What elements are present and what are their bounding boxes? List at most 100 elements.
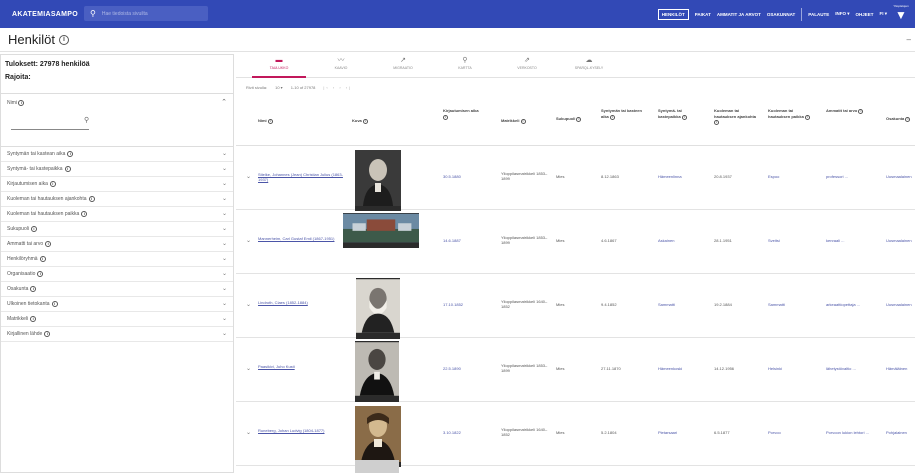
person-name-link[interactable]: Paasikivi, Juho Kusti (258, 364, 344, 369)
facet-item[interactable]: Ulkoinen tietokanta i ⌄ (1, 297, 233, 312)
chevron-down-icon[interactable]: ⌄ (222, 162, 227, 177)
facet-item[interactable]: Kuoleman tai hautauksen paikka i ⌄ (1, 207, 233, 222)
person-portrait[interactable] (355, 341, 399, 402)
facet-item[interactable]: Matrikkeli i ⌄ (1, 312, 233, 327)
chevron-down-icon[interactable]: ⌄ (246, 365, 251, 372)
cell-birthplace[interactable]: Pietarsaari (658, 430, 703, 435)
info-icon[interactable]: i (64, 165, 71, 172)
chevron-down-icon[interactable]: ⌄ (222, 177, 227, 192)
info-icon[interactable]: i (58, 34, 69, 45)
cell-deathplace[interactable]: Sveitsi (768, 238, 813, 243)
nav-palaute[interactable]: PALAUTE (808, 12, 829, 17)
nav-info[interactable]: INFO ▾ (835, 11, 849, 17)
chevron-down-icon[interactable]: ⌄ (222, 297, 227, 312)
chevron-down-icon[interactable]: ⌄ (222, 327, 227, 342)
tab-network[interactable]: ⇗ VERKOSTO (500, 56, 554, 78)
brand-logo[interactable]: AKATEMIASAMPO (12, 11, 78, 18)
chevron-down-icon[interactable]: ⌄ (246, 237, 251, 244)
facet-item[interactable]: Osakunta i ⌄ (1, 282, 233, 297)
facet-item[interactable]: Sukupuoli i ⌄ (1, 222, 233, 237)
table-row[interactable]: ⌄ Paasikivi, Juho Kusti 22.5.1890 Ylioppila… (236, 338, 915, 402)
university-logo[interactable]: Yliopistojen ▼ (893, 4, 909, 24)
cell-occupation[interactable]: Porvoon lukion lehtori ... (826, 430, 881, 435)
cell-birthplace[interactable]: Hämeenlinna (658, 174, 703, 179)
info-icon[interactable]: i (443, 114, 448, 120)
info-icon[interactable]: i (714, 120, 719, 125)
facet-item[interactable]: Henkilöryhmä i ⌄ (1, 252, 233, 267)
column-header[interactable]: Kuoleman tai hautauksen ajankohta i (714, 108, 759, 125)
info-icon[interactable]: i (44, 330, 51, 337)
info-icon[interactable]: i (362, 119, 368, 124)
cell-date[interactable]: 22.5.1890 (443, 366, 483, 371)
column-header[interactable]: Syntymän tai kasteen aika i (601, 108, 646, 120)
collapse-icon[interactable]: – (907, 35, 911, 44)
cell-birthplace[interactable]: Hämeenkoski (658, 366, 703, 371)
info-icon[interactable]: i (49, 180, 56, 187)
cell-date[interactable]: 17.10.1852 (443, 302, 483, 307)
column-header[interactable]: Ammatit tai arvo i (826, 108, 881, 114)
nav-ammatit[interactable]: AMMATIT JA ARVOT (717, 12, 761, 17)
person-name-link[interactable]: Runeberg, Johan Ludvig (1804-1877) (258, 428, 344, 433)
info-icon[interactable]: i (39, 255, 46, 262)
column-header[interactable]: Kirjautumisen aika i (443, 108, 483, 120)
info-icon[interactable]: i (609, 114, 615, 120)
info-icon[interactable]: i (67, 150, 74, 157)
person-name-link[interactable]: Mannerheim, Carl Gustaf Emil (1867-1951) (258, 236, 344, 241)
cell-occupation[interactable]: professori ... (826, 174, 881, 179)
person-portrait[interactable] (343, 213, 419, 248)
info-icon[interactable]: i (81, 210, 88, 217)
info-icon[interactable]: i (30, 315, 37, 322)
facet-item[interactable]: Syntymän tai kastean aika i ⌄ (1, 147, 233, 162)
tab-table[interactable]: ▬ TAULUKKO (252, 56, 306, 78)
cell-deathplace[interactable]: Espoo (768, 174, 813, 179)
chevron-down-icon[interactable]: ⌄ (222, 147, 227, 162)
person-name-link[interactable]: Stielke, Johannes (Jean) Christian Juliu… (258, 172, 344, 182)
nav-henkilot[interactable]: HENKILÖT (657, 8, 689, 20)
tab-sparql[interactable]: ☁ SPARQL-KYSELY (562, 56, 616, 78)
table-row[interactable]: ⌄ Stielke, Johannes (Jean) Christian Juli… (236, 146, 915, 211)
chevron-down-icon[interactable]: ⌄ (246, 301, 251, 308)
chevron-up-icon[interactable]: ⌃ (221, 98, 227, 106)
person-portrait[interactable] (356, 278, 400, 339)
search-bar[interactable]: ⚲ Hae tiedoista sivuilta (84, 6, 208, 21)
column-header[interactable]: Nimi i (258, 118, 338, 124)
chevron-down-icon[interactable]: ⌄ (246, 173, 251, 180)
pagination-buttons[interactable]: |‹ ‹ › ›| (323, 85, 352, 90)
chevron-down-icon[interactable]: ⌄ (222, 312, 227, 327)
person-portrait[interactable] (355, 150, 401, 211)
info-icon[interactable]: i (45, 240, 52, 247)
person-portrait[interactable] (355, 406, 401, 467)
chevron-down-icon[interactable]: ⌄ (222, 192, 227, 207)
nav-language[interactable]: FI ▾ (879, 11, 887, 17)
cell-nation[interactable]: Uusmaalainen (886, 238, 915, 243)
table-row[interactable]: ⌄ Mannerheim, Carl Gustaf Emil (1867-1951… (236, 210, 915, 274)
chevron-down-icon[interactable]: ⌄ (222, 237, 227, 252)
info-icon[interactable]: i (30, 285, 37, 292)
info-icon[interactable]: i (267, 119, 273, 124)
cell-occupation[interactable]: kenraali ... (826, 238, 881, 243)
chevron-down-icon[interactable]: ⌄ (222, 222, 227, 237)
info-icon[interactable]: i (18, 100, 25, 106)
info-icon[interactable]: i (576, 117, 582, 122)
nav-paikat[interactable]: PAIKAT (695, 12, 711, 17)
search-icon[interactable]: ⚲ (84, 116, 89, 124)
name-search-input[interactable] (11, 122, 89, 130)
chevron-down-icon[interactable]: ⌄ (222, 282, 227, 297)
person-name-link[interactable]: Lindroth, Claes (1852-1884) (258, 300, 344, 305)
cell-date[interactable]: 3.10.1822 (443, 430, 483, 435)
facet-item[interactable]: Syntymä- tai kastepaikka i ⌄ (1, 162, 233, 177)
column-header[interactable]: Syntymä- tai kastepaikka i (658, 108, 703, 120)
facet-item[interactable]: Kuoleman tai hautauksen ajankohta i ⌄ (1, 192, 233, 207)
cell-occupation[interactable]: lähetystövaltio ... (826, 366, 881, 371)
info-icon[interactable]: i (804, 114, 810, 120)
facet-item[interactable]: Kirjautumisen aika i ⌄ (1, 177, 233, 192)
facet-item[interactable]: Organisaatio i ⌄ (1, 267, 233, 282)
cell-nation[interactable]: Uusmaalainen (886, 302, 915, 307)
info-icon[interactable]: i (681, 114, 687, 120)
search-placeholder[interactable]: Hae tiedoista sivuilta (102, 11, 148, 17)
cell-deathplace[interactable]: Porvoo (768, 430, 813, 435)
facet-item[interactable]: Ammatti tai arvo i ⌄ (1, 237, 233, 252)
rows-per-page-select[interactable]: 10 ▾ (275, 85, 283, 90)
tab-migration[interactable]: ↗ MIGRAATIO (376, 56, 430, 78)
person-portrait[interactable] (355, 460, 399, 473)
